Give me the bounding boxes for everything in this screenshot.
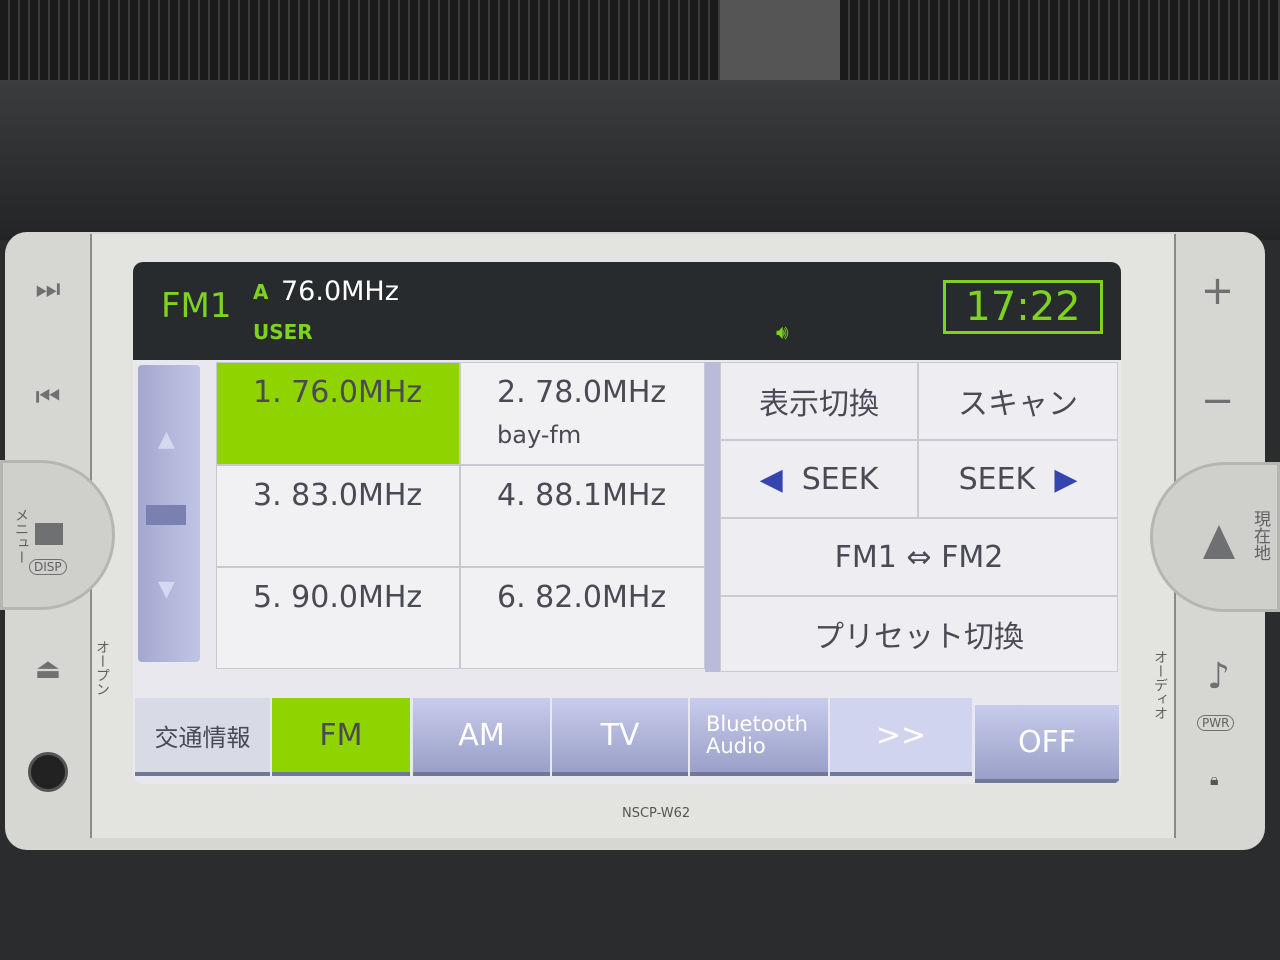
model-label: NSCP-W62: [622, 806, 691, 821]
scan-button[interactable]: スキャン: [918, 362, 1118, 440]
tab-bluetooth-audio[interactable]: Bluetooth Audio: [690, 698, 828, 776]
volume-up-button[interactable]: +: [1195, 268, 1240, 314]
seek-left-icon: ◀: [759, 461, 783, 497]
current-location-label: 現在地: [1250, 510, 1270, 561]
preset-label: 3. 83.0MHz: [253, 478, 423, 513]
touch-screen: FM1 A 76.0MHz USER 🔊︎ 17:22 ▲ ▼ ▶ 1. 76.…: [133, 262, 1121, 784]
preset-label: 5. 90.0MHz: [253, 580, 423, 615]
seek-back-button[interactable]: ◀ SEEK: [720, 440, 918, 518]
display-switch-button[interactable]: 表示切換: [720, 362, 918, 440]
tab-fm[interactable]: FM: [272, 698, 410, 776]
disp-label: DISP: [29, 559, 67, 575]
scroll-up-icon[interactable]: ▲: [158, 427, 175, 452]
menu-icon: [35, 523, 63, 545]
off-button[interactable]: OFF: [975, 705, 1119, 783]
seek-forward-label: SEEK: [958, 461, 1036, 497]
preset-label: 4. 88.1MHz: [497, 478, 667, 513]
volume-down-button[interactable]: −: [1195, 378, 1240, 424]
seek-forward-button[interactable]: SEEK ▶: [918, 440, 1118, 518]
preset-5[interactable]: 5. 90.0MHz: [216, 567, 460, 669]
location-arrow-icon: [1203, 525, 1235, 559]
preset-label: 1. 76.0MHz: [253, 375, 423, 410]
preset-scrollbar[interactable]: ▲ ▼: [138, 365, 200, 662]
scroll-down-icon[interactable]: ▼: [158, 577, 175, 602]
preset-station: bay-fm: [497, 421, 582, 449]
preset-4[interactable]: 4. 88.1MHz: [460, 465, 705, 567]
tab-more[interactable]: >>: [830, 698, 972, 776]
lock-icon: 🔒︎: [1210, 770, 1219, 789]
frequency-display: 76.0MHz: [281, 276, 399, 307]
antenna-icon: A: [253, 280, 269, 304]
preset-2[interactable]: 2. 78.0MHz bay-fm: [460, 362, 705, 465]
dashboard: [0, 80, 1280, 240]
seek-right-icon: ▶: [1054, 461, 1078, 497]
mode-label: USER: [253, 320, 313, 344]
band-toggle-button[interactable]: FM1 ⇔ FM2: [720, 518, 1118, 596]
preset-switch-button[interactable]: プリセット切換: [720, 596, 1118, 672]
preset-label: 6. 82.0MHz: [497, 580, 667, 615]
divider: [705, 362, 720, 672]
clock: 17:22: [943, 280, 1103, 334]
aux-jack[interactable]: [28, 752, 68, 792]
next-track-button[interactable]: ⏭: [28, 272, 68, 306]
scroll-thumb[interactable]: [146, 505, 186, 525]
speaker-icon: 🔊︎: [776, 320, 789, 344]
band-label: FM1: [161, 286, 232, 326]
audio-label: オーディオ: [1152, 650, 1168, 720]
vent-divider: [720, 0, 840, 80]
audio-power-button[interactable]: ♪: [1196, 656, 1241, 697]
pwr-label: PWR: [1197, 715, 1235, 731]
eject-button[interactable]: ⏏: [28, 652, 68, 685]
tab-am[interactable]: AM: [413, 698, 550, 776]
preset-6[interactable]: 6. 82.0MHz: [460, 567, 705, 669]
tab-tv[interactable]: TV: [552, 698, 688, 776]
preset-label: 2. 78.0MHz: [497, 375, 667, 410]
prev-track-button[interactable]: ⏮: [28, 380, 68, 414]
preset-1[interactable]: 1. 76.0MHz: [216, 362, 460, 465]
open-label: オープン: [94, 640, 110, 696]
status-header: FM1 A 76.0MHz USER 🔊︎ 17:22: [133, 262, 1121, 360]
menu-label: メニュー: [13, 508, 29, 564]
air-vents: [0, 0, 1280, 85]
preset-3[interactable]: 3. 83.0MHz: [216, 465, 460, 567]
tab-traffic[interactable]: 交通情報: [135, 698, 270, 776]
seek-back-label: SEEK: [801, 461, 879, 497]
